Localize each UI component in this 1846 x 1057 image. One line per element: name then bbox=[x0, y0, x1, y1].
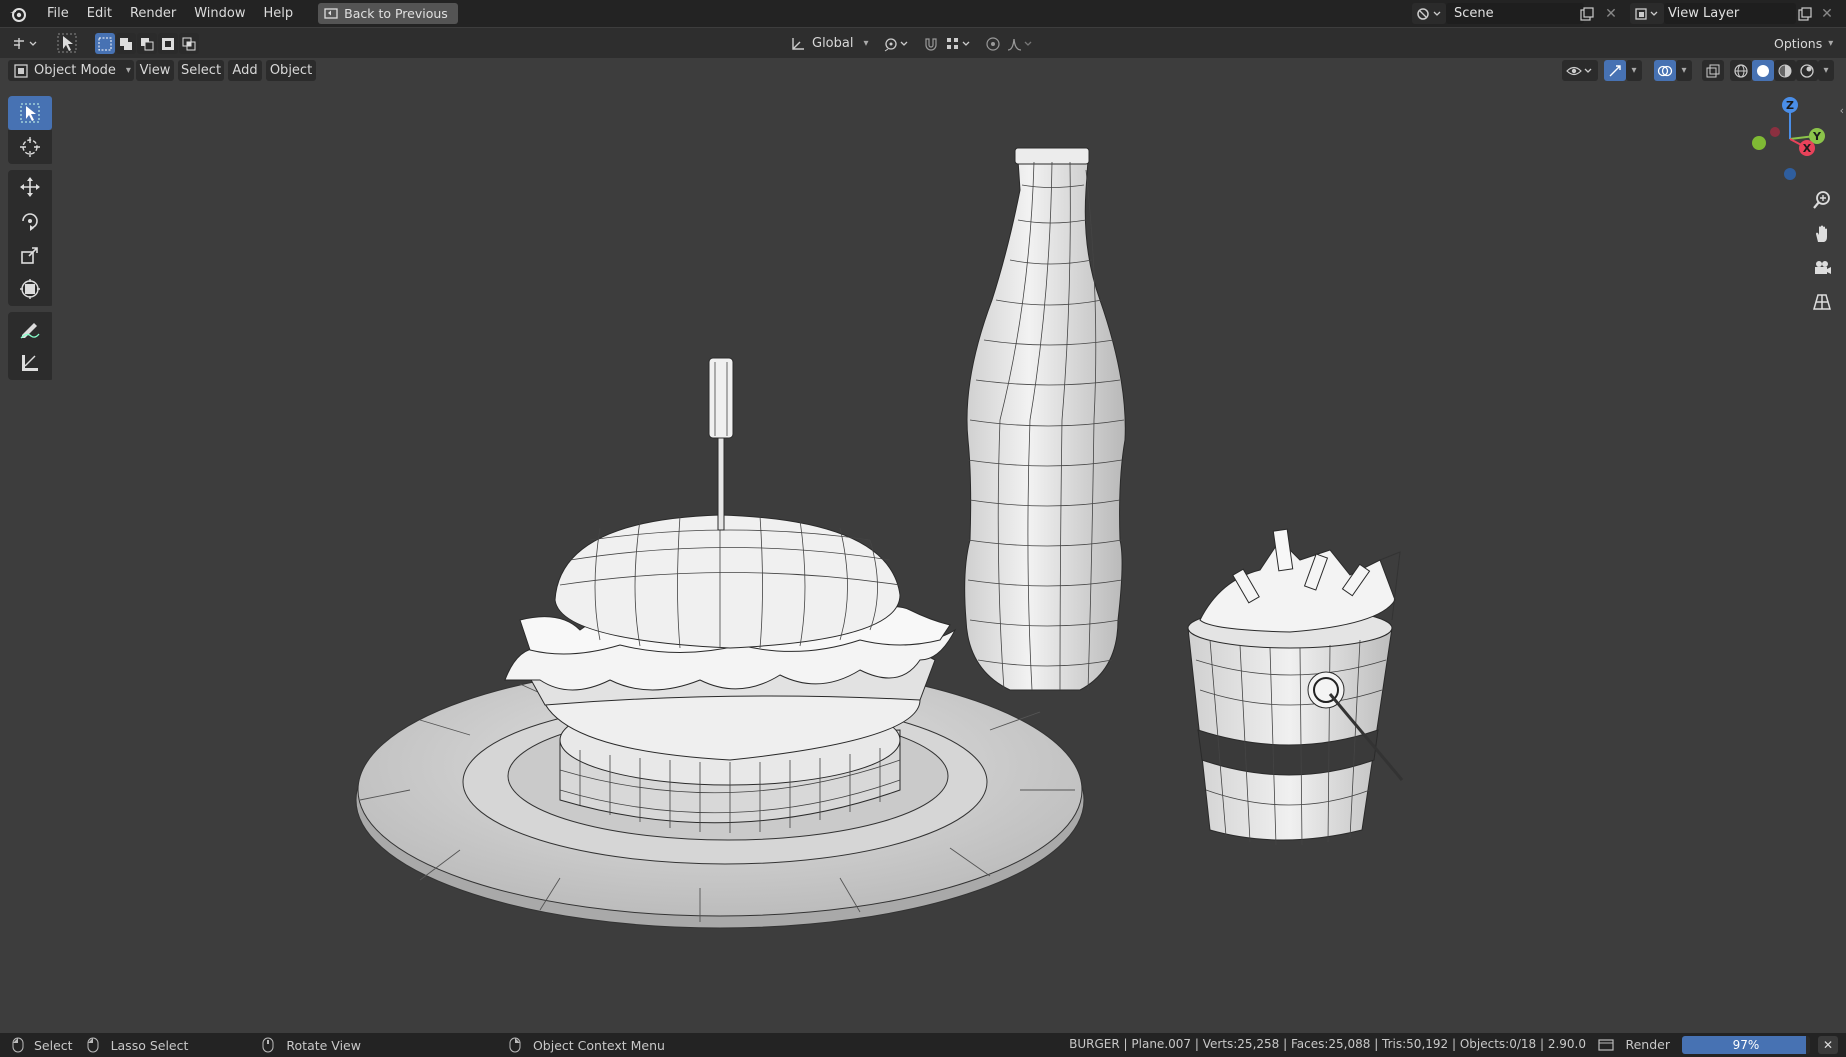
tool-shelf bbox=[8, 96, 54, 386]
gizmo-neg-z-axis bbox=[1784, 168, 1796, 180]
transform-orientation-dropdown[interactable]: Global ▾ bbox=[786, 33, 878, 54]
mouse-middle-icon bbox=[262, 1037, 274, 1053]
scene-statistics: BURGER | Plane.007 | Verts:25,258 | Face… bbox=[1069, 1037, 1586, 1051]
menu-file[interactable]: File bbox=[38, 0, 78, 27]
tool-settings-header: Global ▾ Options ▾ bbox=[0, 28, 1846, 58]
snap-target-dropdown[interactable] bbox=[942, 33, 976, 54]
measure-tool-icon[interactable] bbox=[8, 346, 52, 380]
perspective-toggle-icon[interactable] bbox=[1808, 288, 1836, 316]
mouse-drag-icon bbox=[87, 1037, 101, 1053]
sidebar-toggle-icon[interactable]: ‹ bbox=[1840, 104, 1844, 117]
viewport-scene[interactable] bbox=[0, 0, 1846, 1057]
viewport-menu-object[interactable]: Object bbox=[266, 60, 316, 81]
menu-help[interactable]: Help bbox=[255, 0, 303, 27]
mouse-right-icon bbox=[509, 1037, 521, 1053]
object-mode-icon bbox=[14, 63, 28, 78]
scale-tool-icon[interactable] bbox=[8, 238, 52, 272]
options-dropdown[interactable]: Options ▾ bbox=[1768, 33, 1844, 54]
gizmo-neg-y-axis bbox=[1752, 136, 1766, 150]
snap-toggle-icon[interactable] bbox=[920, 33, 942, 54]
gizmo-dropdown[interactable]: ▾ bbox=[1626, 60, 1642, 81]
chevron-down-icon: ▾ bbox=[125, 65, 131, 76]
shading-material-icon[interactable] bbox=[1774, 60, 1796, 81]
status-lasso-label: Lasso Select bbox=[110, 1037, 189, 1053]
status-context-menu-label: Object Context Menu bbox=[532, 1037, 665, 1053]
view-layer-name-field[interactable]: View Layer bbox=[1664, 3, 1796, 24]
pan-view-icon[interactable] bbox=[1808, 220, 1836, 248]
render-icon bbox=[1598, 1038, 1614, 1052]
zoom-view-icon[interactable] bbox=[1808, 186, 1836, 214]
shading-rendered-icon[interactable] bbox=[1796, 60, 1818, 81]
view-layer-type-icon[interactable] bbox=[1630, 3, 1664, 24]
shading-dropdown[interactable]: ▾ bbox=[1818, 60, 1834, 81]
delete-scene-icon[interactable]: ✕ bbox=[1602, 5, 1620, 23]
transform-tool-icon[interactable] bbox=[8, 272, 52, 306]
select-mode-invert-icon[interactable] bbox=[158, 33, 178, 54]
render-job-label: Render bbox=[1625, 1037, 1670, 1052]
bottle-object bbox=[964, 147, 1126, 691]
plate-object bbox=[355, 663, 1085, 929]
menu-edit[interactable]: Edit bbox=[78, 0, 121, 27]
select-box-tool-icon[interactable] bbox=[8, 96, 52, 130]
new-scene-icon[interactable] bbox=[1578, 5, 1596, 23]
viewport-menu-add[interactable]: Add bbox=[228, 60, 262, 81]
back-screen-icon bbox=[324, 7, 338, 20]
select-mode-intersect-icon[interactable] bbox=[179, 33, 199, 54]
render-progress-text: 97% bbox=[1732, 1038, 1760, 1052]
move-tool-icon[interactable] bbox=[8, 170, 52, 204]
burger-object bbox=[504, 357, 957, 833]
gizmo-y-label: Y bbox=[1812, 130, 1822, 143]
viewport-menu-select[interactable]: Select bbox=[178, 60, 224, 81]
back-to-previous-label: Back to Previous bbox=[344, 6, 448, 21]
top-menu-bar: File Edit Render Window Help Back to Pre… bbox=[0, 0, 1846, 27]
select-mode-subtract-icon[interactable] bbox=[137, 33, 157, 54]
delete-view-layer-icon[interactable]: ✕ bbox=[1818, 5, 1836, 23]
annotate-tool-icon[interactable] bbox=[8, 312, 52, 346]
status-bar: Select Lasso Select Rotate View Object C… bbox=[0, 1033, 1846, 1057]
render-progress-bar: 97% bbox=[1682, 1036, 1810, 1054]
proportional-falloff-dropdown[interactable] bbox=[1004, 33, 1038, 54]
scene-name-field[interactable]: Scene bbox=[1446, 3, 1584, 24]
fries-cup-object bbox=[1187, 528, 1404, 846]
mouse-left-icon bbox=[12, 1037, 24, 1053]
show-gizmo-toggle[interactable] bbox=[1604, 60, 1626, 81]
status-select-label: Select bbox=[34, 1037, 73, 1053]
rotate-tool-icon[interactable] bbox=[8, 204, 52, 238]
blender-logo-icon[interactable] bbox=[8, 4, 28, 24]
camera-view-icon[interactable] bbox=[1808, 254, 1836, 282]
interaction-mode-dropdown[interactable]: Object Mode ▾ bbox=[8, 60, 134, 81]
gizmo-neg-x-axis bbox=[1770, 127, 1780, 137]
show-overlays-toggle[interactable] bbox=[1654, 60, 1676, 81]
select-mode-new-icon[interactable] bbox=[95, 33, 115, 54]
gizmo-x-label: X bbox=[1803, 142, 1812, 155]
gizmo-z-label: Z bbox=[1786, 99, 1794, 112]
shading-solid-icon[interactable] bbox=[1752, 60, 1774, 81]
shading-wireframe-icon[interactable] bbox=[1730, 60, 1752, 81]
scene-type-icon[interactable] bbox=[1412, 3, 1446, 24]
menu-render[interactable]: Render bbox=[121, 0, 185, 27]
viewport-menu-view[interactable]: View bbox=[136, 60, 174, 81]
select-mode-extend-icon[interactable] bbox=[116, 33, 136, 54]
cursor-tool-icon[interactable] bbox=[8, 130, 52, 164]
visibility-dropdown[interactable] bbox=[1562, 60, 1598, 81]
viewport-header: Object Mode ▾ View Select Add Object ▾ ▾… bbox=[0, 58, 1846, 83]
proportional-editing-icon[interactable] bbox=[982, 33, 1004, 54]
chevron-down-icon: ▾ bbox=[863, 38, 869, 49]
back-to-previous-button[interactable]: Back to Previous bbox=[318, 3, 458, 24]
chevron-down-icon: ▾ bbox=[1828, 38, 1834, 49]
pivot-point-dropdown[interactable] bbox=[880, 33, 914, 54]
navigation-gizmo[interactable]: Z Y X bbox=[1745, 94, 1835, 184]
menu-window[interactable]: Window bbox=[185, 0, 254, 27]
status-rotate-label: Rotate View bbox=[286, 1037, 361, 1053]
active-tool-icon[interactable] bbox=[52, 32, 82, 53]
cancel-render-button[interactable]: ✕ bbox=[1818, 1036, 1838, 1054]
xray-toggle-icon[interactable] bbox=[1702, 60, 1724, 81]
editor-type-icon[interactable] bbox=[8, 33, 44, 54]
overlays-dropdown[interactable]: ▾ bbox=[1676, 60, 1692, 81]
new-view-layer-icon[interactable] bbox=[1796, 5, 1814, 23]
orientation-axis-icon bbox=[790, 36, 806, 52]
